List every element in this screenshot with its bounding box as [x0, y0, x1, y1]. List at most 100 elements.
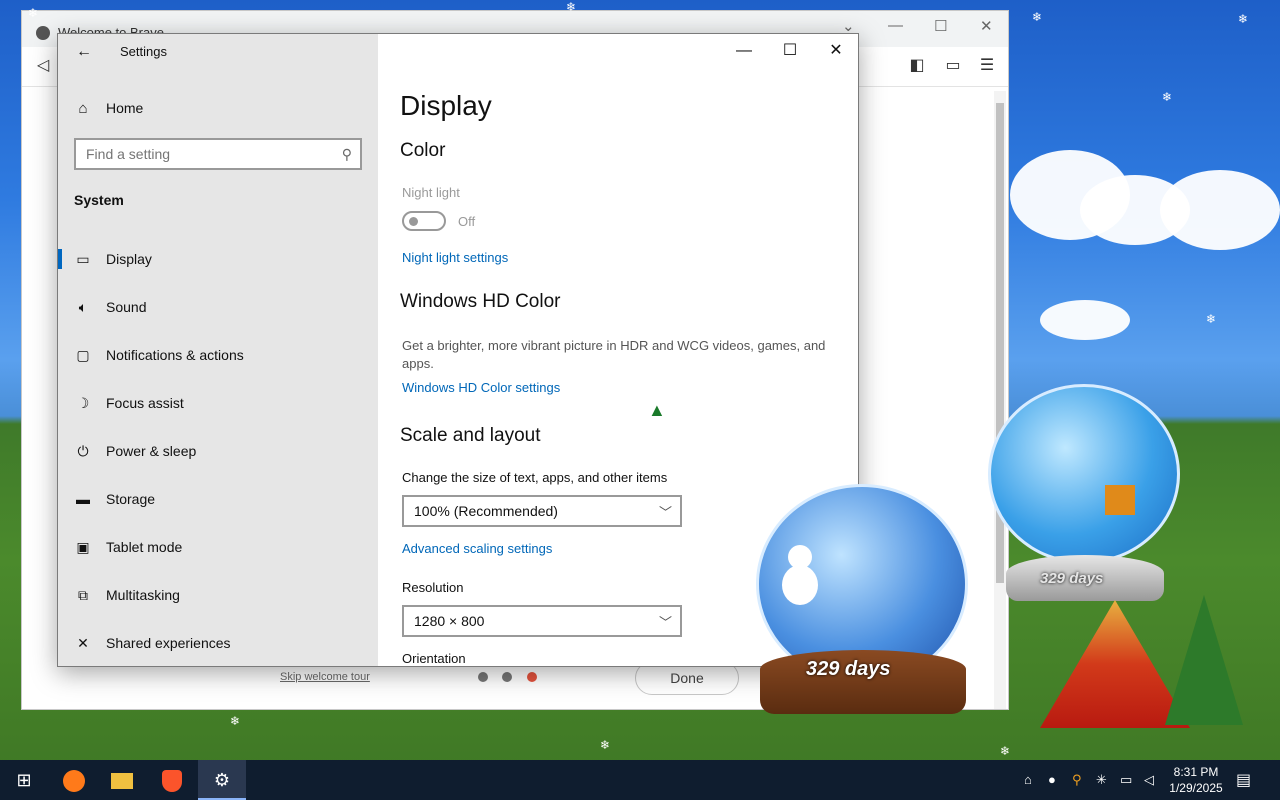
settings-gear-icon[interactable]: ⚙	[198, 760, 246, 800]
speaker-icon: 🔈︎	[78, 298, 88, 315]
sidebar-item-sound[interactable]: 🔈︎ Sound	[58, 287, 378, 327]
multitasking-icon: ⧉	[78, 586, 88, 603]
moon-icon: ☽	[76, 394, 90, 411]
notification-center-icon[interactable]: ▤	[1236, 770, 1251, 790]
brave-tab-icon	[36, 26, 50, 40]
sidebar-item-label: Notifications & actions	[106, 347, 244, 363]
gift-icon	[1105, 485, 1135, 515]
clock-time: 8:31 PM	[1173, 765, 1219, 779]
network-icon[interactable]: ▭	[1120, 772, 1132, 788]
home-icon: ⌂	[78, 99, 88, 117]
hd-color-settings-link[interactable]: Windows HD Color settings	[402, 380, 560, 395]
desktop-cloud	[1040, 300, 1130, 340]
wallet-icon[interactable]: ▭	[944, 57, 962, 75]
minimize-icon[interactable]: —	[888, 17, 903, 34]
section-label: System	[74, 192, 124, 208]
night-light-state: Off	[458, 214, 476, 229]
snowflake-icon: ❄	[28, 6, 39, 20]
hd-color-description: Get a brighter, more vibrant picture in …	[402, 338, 826, 371]
window-title: Settings	[120, 44, 167, 59]
snowflake-icon: ❄	[1238, 12, 1249, 26]
notification-icon: ▢	[76, 346, 90, 363]
snow-globe-widget-small[interactable]	[988, 384, 1180, 564]
tour-dot[interactable]	[478, 672, 488, 682]
days-counter-small: 329 days	[1040, 570, 1104, 587]
drop-tray-icon[interactable]: ●	[1048, 772, 1056, 787]
brave-icon[interactable]	[148, 760, 196, 800]
tree-cursor-icon: ▲	[648, 400, 666, 420]
settings-window[interactable]: ← Settings ⌂ Home ⚲ System ▭ Display 🔈︎ …	[57, 33, 859, 667]
sidebar-item-tablet-mode[interactable]: ▣ Tablet mode	[58, 527, 378, 567]
chevron-down-icon: ﹀	[658, 505, 672, 520]
sidebar-item-storage[interactable]: ▬ Storage	[58, 479, 378, 519]
storage-icon: ▬	[76, 491, 90, 507]
spiral-tree-widget	[1040, 600, 1190, 728]
snowflake-icon: ❄	[1000, 744, 1011, 758]
sidebar-item-label: Display	[106, 251, 152, 267]
sidebar-item-display[interactable]: ▭ Display	[58, 239, 378, 279]
sidebar-item-label: Storage	[106, 491, 156, 507]
snowflake-icon: ❄	[1206, 312, 1217, 326]
resolution-value: 1280 × 800	[414, 613, 485, 629]
tablet-icon: ▣	[76, 538, 90, 555]
snowflake-icon: ❄	[566, 0, 577, 14]
snowman-icon	[780, 545, 820, 605]
sidebar-item-focus-assist[interactable]: ☽ Focus assist	[58, 383, 378, 423]
search-field[interactable]: ⚲	[74, 138, 362, 170]
shared-icon: ✕	[77, 634, 89, 651]
resolution-label: Resolution	[402, 580, 464, 595]
sidebar-item-multitasking[interactable]: ⧉ Multitasking	[58, 575, 378, 615]
snowflake-tray-icon[interactable]: ✳	[1096, 772, 1107, 788]
desktop-cloud	[1160, 170, 1280, 250]
search-tray-icon[interactable]: ⚲	[1072, 772, 1082, 788]
close-button[interactable]: ✕	[822, 40, 850, 62]
night-light-label: Night light	[402, 185, 460, 200]
scale-label: Change the size of text, apps, and other…	[402, 470, 668, 485]
skip-welcome-tour-link[interactable]: Skip welcome tour	[280, 671, 370, 683]
sidebar-item-label: Shared experiences	[106, 635, 231, 651]
back-icon[interactable]: ◁	[34, 57, 52, 75]
scale-value: 100% (Recommended)	[414, 503, 558, 519]
chevron-down-icon: ﹀	[658, 615, 672, 630]
tour-dot[interactable]	[502, 672, 512, 682]
monitor-icon: ▭	[76, 250, 90, 267]
orientation-label: Orientation	[402, 651, 466, 666]
sidebar-icon[interactable]: ◧	[908, 57, 926, 75]
maximize-icon[interactable]: ☐	[934, 17, 947, 35]
snowflake-icon: ❄	[1032, 10, 1043, 24]
page-title: Display	[400, 90, 492, 121]
maximize-button[interactable]: ☐	[776, 40, 804, 62]
settings-sidebar: ← Settings ⌂ Home ⚲ System ▭ Display 🔈︎ …	[58, 34, 378, 666]
scale-heading: Scale and layout	[400, 425, 541, 446]
firefox-icon[interactable]	[50, 760, 98, 800]
sidebar-item-label: Power & sleep	[106, 443, 197, 459]
search-icon[interactable]: ⚲	[342, 146, 352, 163]
night-light-toggle[interactable]	[402, 211, 446, 231]
search-input[interactable]	[76, 140, 326, 168]
taskbar-clock[interactable]: 8:31 PM 1/29/2025	[1166, 764, 1226, 796]
sidebar-item-power-sleep[interactable]: ⏻ Power & sleep	[58, 431, 378, 471]
night-light-settings-link[interactable]: Night light settings	[402, 250, 508, 265]
advanced-scaling-link[interactable]: Advanced scaling settings	[402, 541, 552, 556]
close-icon[interactable]: ✕	[980, 17, 993, 35]
scale-dropdown[interactable]: 100% (Recommended) ﹀	[402, 495, 682, 527]
start-button[interactable]: ⊞	[0, 760, 48, 800]
file-explorer-icon[interactable]	[98, 760, 146, 800]
hd-color-heading: Windows HD Color	[400, 291, 561, 312]
snowflake-icon: ❄	[1162, 90, 1173, 104]
resolution-dropdown[interactable]: 1280 × 800 ﹀	[402, 605, 682, 637]
power-icon: ⏻	[77, 442, 89, 459]
home-nav-item[interactable]: ⌂ Home	[74, 98, 143, 118]
sidebar-item-notifications[interactable]: ▢ Notifications & actions	[58, 335, 378, 375]
menu-icon[interactable]: ☰	[978, 57, 996, 75]
volume-muted-icon[interactable]: ◁	[1144, 772, 1154, 788]
tour-dot-active[interactable]	[527, 672, 537, 682]
network-tray-icon[interactable]: ⌂	[1024, 772, 1032, 787]
sidebar-item-label: Focus assist	[106, 395, 184, 411]
sidebar-item-shared-experiences[interactable]: ✕ Shared experiences	[58, 623, 378, 663]
brave-scrollbar[interactable]	[994, 91, 1006, 709]
snowflake-icon: ❄	[600, 738, 611, 752]
back-arrow-icon[interactable]: ←	[72, 40, 96, 64]
taskbar: ⊞ ⚙ ⌂ ● ⚲ ✳ ▭ ◁ 8:31 PM 1/29/2025 ▤	[0, 760, 1280, 800]
minimize-button[interactable]: —	[730, 40, 758, 62]
